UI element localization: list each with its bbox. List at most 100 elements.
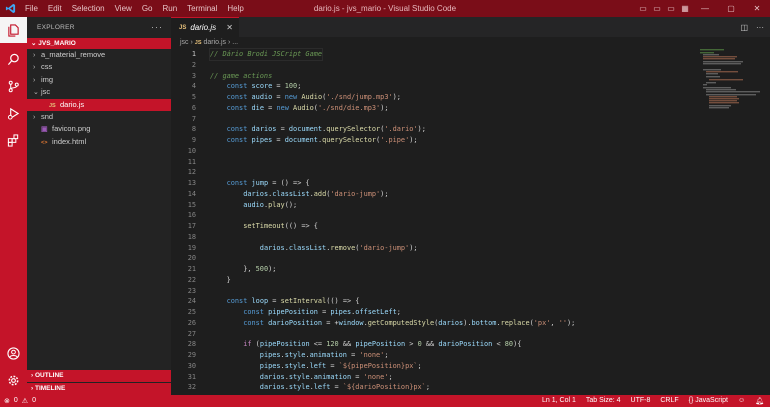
code-line[interactable]: 7 — [171, 114, 770, 125]
toggle-secondary-sidebar-icon[interactable]: ▭ — [664, 4, 678, 13]
menu-view[interactable]: View — [110, 0, 137, 17]
more-actions-icon[interactable]: ··· — [151, 17, 163, 38]
run-debug-icon[interactable] — [0, 100, 27, 126]
tree-folder[interactable]: › img — [27, 74, 171, 86]
menu-file[interactable]: File — [20, 0, 43, 17]
code-line[interactable]: 25 const pipePosition = pipes.offsetLeft… — [171, 307, 770, 318]
toggle-sidebar-icon[interactable]: ▭ — [636, 4, 650, 13]
line-number: 23 — [187, 286, 196, 295]
tree-folder[interactable]: › a_material_remove — [27, 49, 171, 61]
code-text: pipes.style.left = `${pipePosition}px`; — [259, 361, 422, 370]
line-number: 20 — [187, 254, 196, 263]
customize-layout-icon[interactable]: ▦ — [678, 4, 692, 13]
settings-gear-icon[interactable] — [0, 367, 27, 393]
code-line[interactable]: 15 audio.play(); — [171, 200, 770, 211]
activity-bar — [0, 17, 27, 395]
code-line[interactable]: 32 darios.style.left = `${darioPosition}… — [171, 382, 770, 393]
code-text: // Dário Brodi JSCript Game — [208, 48, 324, 61]
encoding[interactable]: UTF-8 — [631, 397, 651, 405]
tree-file[interactable]: ▣ favicon.png — [27, 123, 171, 135]
project-folder[interactable]: ⌄ JVS_MARIO — [27, 38, 171, 49]
search-icon[interactable] — [0, 46, 27, 72]
tree-file[interactable]: JS dario.js — [27, 98, 171, 111]
code-line[interactable]: 13 const jump = () => { — [171, 178, 770, 189]
code-line[interactable]: 17 setTimeout(() => { — [171, 221, 770, 232]
end-of-line[interactable]: CRLF — [660, 397, 678, 405]
code-line[interactable]: 28 if (pipePosition <= 120 && pipePositi… — [171, 339, 770, 350]
toggle-panel-icon[interactable]: ▭ — [650, 4, 664, 13]
code-line[interactable]: 19 darios.classList.remove('dario-jump')… — [171, 243, 770, 254]
code-line[interactable]: 11 — [171, 157, 770, 168]
code-text: const darios = document.querySelector('.… — [226, 125, 426, 134]
code-line[interactable]: 18 — [171, 232, 770, 243]
extensions-icon[interactable] — [0, 127, 27, 153]
code-line[interactable]: 9 const pipes = document.querySelector('… — [171, 135, 770, 146]
line-number: 16 — [187, 211, 196, 220]
tab-dario-js[interactable]: JS dario.js ✕ — [171, 17, 239, 37]
code-line[interactable]: 21 }, 500); — [171, 264, 770, 275]
explorer-header: EXPLORER ··· — [27, 17, 171, 38]
minimize-icon[interactable]: — — [692, 4, 718, 13]
outline-section[interactable]: › OUTLINE — [27, 370, 171, 382]
minimap[interactable] — [700, 49, 760, 119]
line-number: 29 — [187, 351, 196, 359]
code-line[interactable]: 31 darios.style.animation = 'none'; — [171, 372, 770, 383]
menu-help[interactable]: Help — [222, 0, 248, 17]
line-number: 14 — [187, 189, 196, 198]
breadcrumb-folder[interactable]: jsc — [180, 39, 189, 46]
tree-folder[interactable]: ⌄ jsc — [27, 86, 171, 98]
timeline-section[interactable]: › TIMELINE — [27, 383, 171, 395]
tree-folder[interactable]: › snd — [27, 111, 171, 123]
split-editor-icon[interactable]: ◫ — [740, 23, 748, 32]
code-line[interactable]: 3 // game actions — [171, 71, 770, 82]
tab-size[interactable]: Tab Size: 4 — [586, 397, 621, 405]
code-line[interactable]: 23 — [171, 286, 770, 297]
code-line[interactable]: 22 } — [171, 275, 770, 286]
code-line[interactable]: 8 const darios = document.querySelector(… — [171, 124, 770, 135]
tree-folder[interactable]: › css — [27, 61, 171, 73]
notifications-bell-icon[interactable]: 🔔︎ — [755, 397, 764, 405]
language-mode[interactable]: {} JavaScript — [689, 397, 728, 405]
more-actions-icon[interactable]: ··· — [756, 23, 764, 32]
tree-item-label: snd — [41, 111, 54, 121]
account-icon[interactable] — [0, 340, 27, 366]
code-line[interactable]: 6 const die = new Audio('./snd/die.mp3')… — [171, 103, 770, 114]
problems-indicator[interactable]: ⊗ 0 ⚠ 0 — [0, 397, 36, 405]
breadcrumb-file[interactable]: dario.js — [203, 39, 226, 46]
code-line[interactable]: 20 — [171, 253, 770, 264]
error-icon: ⊗ — [4, 398, 10, 405]
code-line[interactable]: 30 pipes.style.left = `${pipePosition}px… — [171, 361, 770, 372]
source-control-icon[interactable] — [0, 73, 27, 99]
code-line[interactable]: 29 pipes.style.animation = 'none'; — [171, 350, 770, 361]
code-line[interactable]: 10 — [171, 146, 770, 157]
outline-label: OUTLINE — [34, 372, 64, 379]
menu-go[interactable]: Go — [137, 0, 158, 17]
menu-terminal[interactable]: Terminal — [182, 0, 222, 17]
tree-file[interactable]: <> index.html — [27, 136, 171, 148]
vscode-logo-icon — [0, 0, 20, 17]
code-line[interactable]: 16 — [171, 210, 770, 221]
menu-selection[interactable]: Selection — [67, 0, 110, 17]
close-window-icon[interactable]: ✕ — [744, 4, 770, 13]
cursor-position[interactable]: Ln 1, Col 1 — [542, 397, 576, 405]
code-text: const pipePosition = pipes.offsetLeft; — [243, 308, 401, 316]
code-line[interactable]: 27 — [171, 329, 770, 340]
code-line[interactable]: 24 const loop = setInterval(() => { — [171, 296, 770, 307]
menu-edit[interactable]: Edit — [43, 0, 67, 17]
close-tab-icon[interactable]: ✕ — [226, 23, 233, 32]
tab-label: dario.js — [190, 23, 217, 32]
code-line[interactable]: 5 const audio = new Audio('./snd/jump.mp… — [171, 92, 770, 103]
line-number: 25 — [187, 308, 196, 316]
code-line[interactable]: 26 const darioPosition = +window.getComp… — [171, 318, 770, 329]
menu-run[interactable]: Run — [157, 0, 182, 17]
breadcrumb-more[interactable]: ... — [232, 39, 238, 46]
code-editor[interactable]: 1// Dário Brodi JSCript Game 2 3// game ac… — [171, 48, 770, 393]
code-line[interactable]: 1 // Dário Brodi JSCript Game — [171, 48, 770, 61]
code-line[interactable]: 4 const score = 100; — [171, 81, 770, 92]
maximize-icon[interactable]: ▢ — [718, 4, 744, 13]
code-line[interactable]: 2 — [171, 60, 770, 71]
feedback-icon[interactable]: ☺ — [738, 397, 745, 405]
code-line[interactable]: 14 darios.classList.add('dario-jump'); — [171, 189, 770, 200]
explorer-icon[interactable] — [0, 17, 27, 43]
code-line[interactable]: 12 — [171, 167, 770, 178]
